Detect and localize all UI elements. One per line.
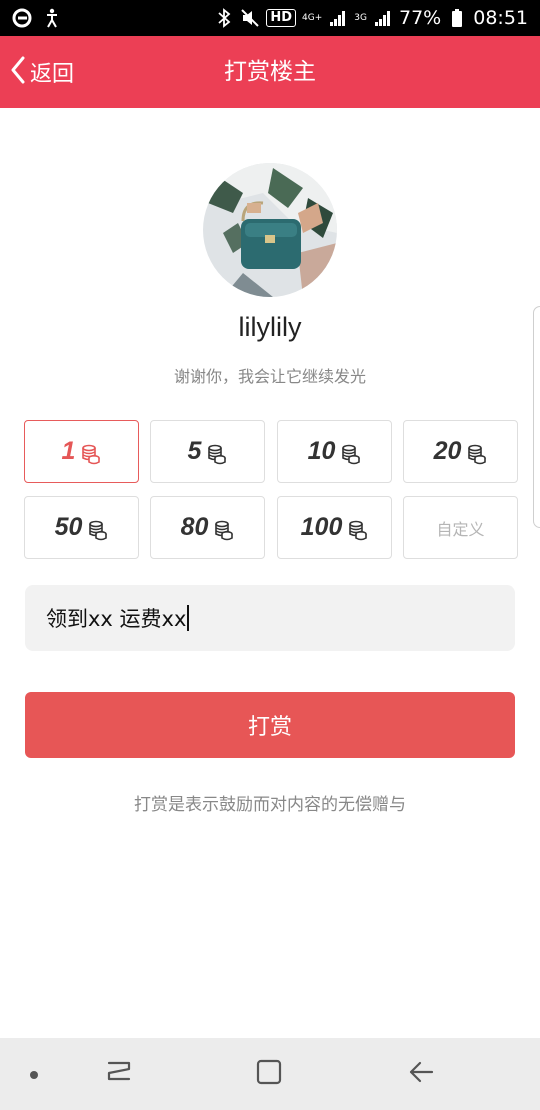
app-header: 返回 打赏楼主 [0, 36, 540, 108]
hd-badge: HD [266, 9, 297, 27]
amount-option-1[interactable]: 1 [24, 420, 139, 483]
system-nav-bar [0, 1038, 540, 1110]
back-label: 返回 [30, 62, 75, 87]
reward-submit-button[interactable]: 打赏 [25, 692, 515, 758]
subtitle: 谢谢你，我会让它继续发光 [173, 367, 366, 386]
mute-icon [240, 8, 260, 28]
amount-option-10[interactable]: 10 [277, 420, 392, 483]
status-bar: HD 4G+ 3G 77% 08:51 [0, 0, 540, 36]
recent-apps-button[interactable] [94, 1038, 144, 1110]
custom-amount-button[interactable]: 自定义 [403, 496, 518, 559]
chevron-left-icon [10, 56, 26, 88]
clock: 08:51 [473, 7, 528, 29]
side-panel-handle[interactable] [533, 306, 540, 528]
amount-option-100[interactable]: 100 [277, 496, 392, 559]
status-bar-left [12, 8, 62, 28]
network-tag-4g: 4G+ [302, 12, 323, 23]
home-icon [256, 1059, 282, 1089]
coin-stack-icon [81, 443, 101, 465]
signal-icon [328, 8, 348, 28]
amount-value: 10 [307, 437, 336, 465]
signal-icon [373, 8, 393, 28]
bluetooth-icon [214, 8, 234, 28]
amount-value: 80 [180, 513, 209, 541]
reward-disclaimer: 打赏是表示鼓励而对内容的无偿赠与 [134, 795, 406, 815]
accessibility-icon [42, 8, 62, 28]
amount-option-5[interactable]: 5 [150, 420, 265, 483]
coin-stack-icon [88, 519, 108, 541]
amount-option-80[interactable]: 80 [150, 496, 265, 559]
back-button[interactable]: 返回 [10, 36, 74, 108]
browser-e-icon [12, 8, 32, 28]
network-tag-3g: 3G [354, 12, 367, 23]
amount-option-20[interactable]: 20 [403, 420, 518, 483]
coin-stack-icon [467, 443, 487, 465]
battery-icon [447, 8, 467, 28]
status-bar-right: HD 4G+ 3G 77% 08:51 [214, 7, 528, 29]
amount-value: 100 [300, 513, 343, 541]
coin-stack-icon [341, 443, 361, 465]
message-text: 领到xx 运费xx [46, 607, 187, 631]
coin-stack-icon [207, 443, 227, 465]
amount-value: 5 [187, 437, 202, 465]
custom-amount-label: 自定义 [436, 519, 485, 539]
back-nav-button[interactable] [396, 1038, 446, 1110]
message-input[interactable]: 领到xx 运费xx [25, 585, 515, 651]
amount-value: 50 [54, 513, 83, 541]
amount-value: 1 [61, 437, 76, 465]
text-caret [187, 605, 190, 631]
coin-stack-icon [348, 519, 368, 541]
recent-apps-icon [105, 1059, 133, 1089]
avatar [203, 163, 337, 297]
amount-value: 20 [433, 437, 462, 465]
page-title: 打赏楼主 [224, 59, 316, 85]
username: lilylily [238, 312, 302, 342]
amount-option-50[interactable]: 50 [24, 496, 139, 559]
back-arrow-icon [408, 1060, 434, 1088]
dot-icon [29, 1065, 39, 1084]
coin-stack-icon [214, 519, 234, 541]
battery-percent: 77% [399, 7, 442, 29]
home-button[interactable] [244, 1038, 294, 1110]
nav-dot-button[interactable] [14, 1038, 54, 1110]
